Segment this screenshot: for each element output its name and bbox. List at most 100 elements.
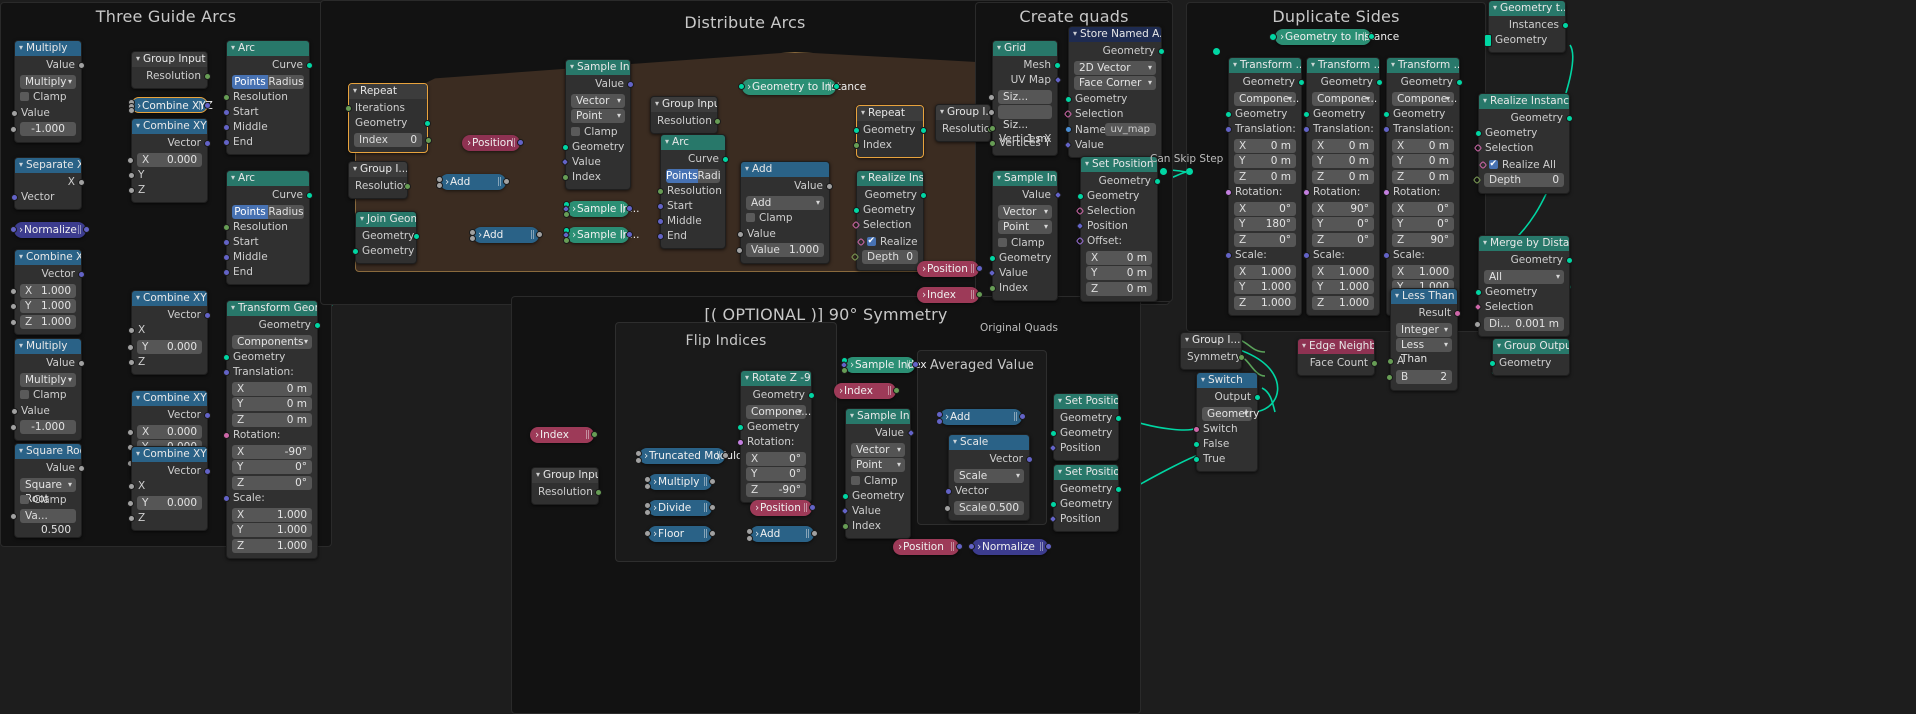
node-sample-index-3[interactable]: ▾ Sample Index Value Vector Point Clamp …	[840, 408, 916, 539]
input-x[interactable]: X 0.000	[127, 152, 202, 167]
socket-scale-in[interactable]	[1303, 252, 1310, 259]
socket-value-in-1[interactable]	[737, 230, 744, 238]
socket-geometry-in[interactable]	[1269, 33, 1277, 41]
socket-geometry-out[interactable]	[1115, 486, 1122, 493]
node-multiply-1[interactable]: ▾ Multiply Value Multiply Clamp Value -1…	[10, 40, 85, 143]
node-group-input-4[interactable]: ▾ Group I... Resolution	[935, 104, 997, 142]
node-transform-2[interactable]: ▾ Transform ... Geometry Compone... Geom…	[1303, 57, 1383, 316]
node-combine-xyz-e[interactable]: ▾ Combine XYZ Vector X Y 0.000 Z	[127, 446, 211, 531]
node-rotate-z-90[interactable]: ▾ Rotate Z -90 Geometry Compone... Geome…	[737, 370, 815, 503]
collapse-chevron-icon[interactable]: ▾	[940, 105, 944, 119]
operation-dropdown[interactable]: Scale	[954, 468, 1024, 483]
socket-vector-in[interactable]	[945, 488, 952, 495]
collapse-chevron-icon[interactable]: ▾	[665, 135, 669, 149]
rotation-y[interactable]: Y 180°	[1234, 217, 1296, 231]
socket-rotation-in[interactable]	[737, 439, 744, 446]
socket-geometry-in[interactable]	[737, 424, 744, 431]
clamp-row[interactable]: Clamp	[851, 474, 905, 488]
socket-vector-out[interactable]	[83, 226, 90, 233]
socket-geometry-in[interactable]	[853, 207, 860, 214]
socket-translation-in[interactable]	[1383, 126, 1390, 133]
socket-value-out[interactable]	[78, 465, 85, 472]
socket-geometry-in[interactable]	[1077, 193, 1084, 200]
socket-vector-out[interactable]	[204, 140, 211, 147]
socket-end-in[interactable]	[223, 139, 230, 146]
socket-value-out[interactable]	[626, 205, 633, 212]
components-dropdown[interactable]: Compone...	[1234, 91, 1299, 106]
socket-y-in[interactable]	[128, 172, 135, 179]
node-sample-index-2[interactable]: ▾ Sample Index Value Vector Point Clamp …	[987, 170, 1063, 301]
node-header[interactable]: ▾ Repeat	[349, 84, 427, 99]
node-header[interactable]: ▾ Realize Instances	[1479, 94, 1569, 109]
drag-grip-icon[interactable]: ||	[906, 357, 911, 373]
collapse-chevron-icon[interactable]: ▾	[745, 162, 749, 176]
socket-output-out[interactable]	[1254, 394, 1261, 401]
translation-z[interactable]: Z0 m	[1392, 169, 1454, 184]
drag-grip-icon[interactable]: ||	[703, 526, 708, 542]
socket-instances-out[interactable]	[1368, 33, 1375, 40]
socket-value-out[interactable]	[536, 231, 543, 238]
socket-geometry-in[interactable]	[1475, 130, 1482, 137]
input-x[interactable]: X 1.000	[10, 283, 76, 298]
node-header[interactable]: ▾ Transform ...	[1229, 58, 1301, 73]
socket-position-out[interactable]	[976, 265, 983, 272]
scale-x[interactable]: X 1.000	[1312, 264, 1374, 279]
collapse-chevron-icon[interactable]: ▾	[360, 212, 364, 226]
node-sample-index-1[interactable]: ▾ Sample Index Value Vector Point Clamp …	[560, 59, 634, 190]
node-header[interactable]: ▾ Combine XYZ	[132, 119, 207, 134]
rotation-x[interactable]: X 0°	[1392, 201, 1454, 216]
node-index-pill-1[interactable]: Index ||	[917, 287, 983, 303]
depth-field[interactable]: Depth 0	[1472, 173, 1564, 187]
node-header[interactable]: ▾ Arc	[661, 135, 725, 150]
node-normalize-2[interactable]: Normalize ||	[968, 539, 1052, 555]
socket-geometry-out[interactable]	[1566, 257, 1573, 264]
node-header[interactable]: ▾ Multiply	[15, 339, 81, 354]
scale-y[interactable]: Y 1.000	[1312, 280, 1374, 294]
name-field[interactable]: uv_map	[1104, 122, 1156, 136]
socket-curve-out[interactable]	[722, 156, 729, 163]
socket-x-in[interactable]	[128, 327, 135, 334]
clamp-checkbox[interactable]	[20, 92, 29, 101]
socket-middle-in[interactable]	[657, 218, 664, 225]
socket-geometry-in-multi[interactable]	[1484, 34, 1492, 47]
rotation-y[interactable]: Y 0°	[1312, 217, 1374, 231]
socket-index-in[interactable]	[989, 285, 996, 292]
socket-distance-in[interactable]	[1474, 320, 1481, 328]
node-transform-3[interactable]: ▾ Transform ... Geometry Compone... Geom…	[1383, 57, 1463, 316]
socket-index-in[interactable]	[841, 367, 848, 374]
collapse-chevron-icon[interactable]: ▾	[231, 41, 235, 55]
socket-b-in[interactable]	[436, 182, 443, 189]
socket-middle-in[interactable]	[223, 254, 230, 261]
rotation-x[interactable]: X 0°	[1234, 201, 1296, 216]
socket-b-in[interactable]	[936, 418, 943, 425]
socket-curve-out[interactable]	[306, 62, 313, 69]
scale-z[interactable]: Z1.000	[1234, 295, 1296, 310]
drag-grip-icon[interactable]: ||	[620, 227, 625, 243]
socket-realize-all-in[interactable]	[1478, 160, 1488, 169]
socket-geometry-in[interactable]	[1475, 289, 1482, 296]
socket-geometry-in[interactable]	[562, 144, 569, 151]
socket-symmetry-out[interactable]	[1238, 354, 1245, 361]
offset-y[interactable]: Y0 m	[1086, 266, 1152, 280]
node-less-than-1[interactable]: ▾ Less Than Result Integer Less Than A B…	[1386, 288, 1461, 391]
socket-start-in[interactable]	[657, 203, 664, 210]
drag-grip-icon[interactable]: ||	[530, 227, 535, 243]
collapse-chevron-icon[interactable]: ▾	[745, 371, 749, 385]
collapse-chevron-icon[interactable]: ▾	[136, 391, 140, 405]
operation-dropdown[interactable]: Multiply	[20, 74, 76, 89]
collapse-chevron-icon[interactable]: ▾	[136, 119, 140, 133]
mode-toggle[interactable]: Points Radius	[232, 204, 304, 219]
node-header[interactable]: ▾ Less Than	[1391, 289, 1457, 304]
socket-value-in-2[interactable]	[10, 126, 17, 133]
realize-all-checkbox[interactable]	[867, 234, 876, 248]
drag-grip-icon[interactable]: ||	[803, 500, 808, 516]
socket-geometry-in[interactable]	[853, 127, 860, 134]
node-set-position-1[interactable]: ▾ Set Position Geometry Geometry Selecti…	[1075, 156, 1161, 302]
socket-vector-in[interactable]	[10, 226, 17, 233]
translation-y[interactable]: Y0 m	[1312, 154, 1374, 168]
node-header[interactable]: ▾ Square Root	[15, 444, 81, 459]
collapse-chevron-icon[interactable]: ▾	[1395, 289, 1399, 303]
node-sample-index-pill-1[interactable]: Sample In... ||	[561, 201, 639, 218]
socket-value-out[interactable]	[722, 452, 729, 459]
node-group-input-3[interactable]: ▾ Group Input Resolution	[650, 96, 721, 134]
